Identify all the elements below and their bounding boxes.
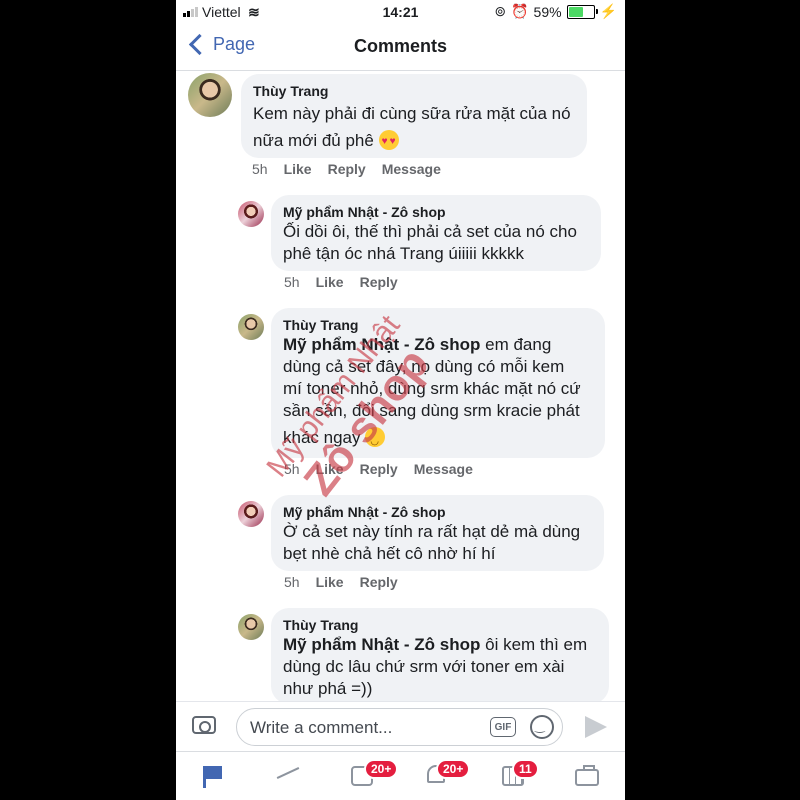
- comment-composer: Write a comment... GIF: [176, 701, 625, 752]
- hugging-emoji-icon: [365, 427, 386, 453]
- reply-button[interactable]: Reply: [360, 461, 398, 477]
- comment-input-placeholder: Write a comment...: [250, 718, 393, 737]
- alarm-icon: ⏰: [511, 3, 529, 19]
- heart-eyes-emoji-icon: [378, 130, 399, 153]
- comment-text-line: Ờ cả set này tính ra rất hạt dẻ mà dùng: [283, 522, 581, 541]
- comment-author[interactable]: Thùy Trang: [283, 316, 593, 334]
- comment-text-line: dùng dc lâu chứ srm với toner em xài: [283, 657, 565, 676]
- reply-button[interactable]: Reply: [360, 574, 398, 590]
- events-badge: 11: [512, 759, 539, 779]
- tab-events[interactable]: 11: [498, 759, 539, 792]
- comment-author[interactable]: Thùy Trang: [283, 616, 597, 634]
- comment-input[interactable]: Write a comment... GIF: [236, 708, 563, 746]
- tab-insights[interactable]: [274, 762, 304, 792]
- navigation-bar: Page Comments: [176, 24, 625, 71]
- tab-bar: 20+ 20+ 11: [176, 751, 625, 800]
- comment-time: 5h: [284, 461, 300, 477]
- comment-text-line: sần sần, đổi sang dùng srm kracie phát: [283, 401, 580, 420]
- mention-link[interactable]: Mỹ phẩm Nhật - Zô shop: [283, 335, 480, 354]
- tab-notifications[interactable]: 20+: [422, 759, 471, 792]
- avatar[interactable]: [238, 314, 264, 340]
- comment-bubble[interactable]: Thùy Trang Mỹ phẩm Nhật - Zô shop em đan…: [271, 308, 605, 458]
- comment-bubble[interactable]: Thùy Trang Mỹ phẩm Nhật - Zô shop ôi kem…: [271, 608, 609, 704]
- tab-page[interactable]: [200, 762, 230, 792]
- comment-time: 5h: [284, 274, 300, 290]
- briefcase-icon: [575, 765, 599, 786]
- avatar[interactable]: [238, 201, 264, 227]
- battery-icon: [566, 4, 598, 19]
- comment-text-line: em đang: [480, 335, 552, 354]
- comment-author[interactable]: Thùy Trang: [253, 82, 575, 100]
- comment-text-line: Kem này phải đi cùng sữa rửa mặt của nó: [253, 104, 571, 123]
- comment-text-line: khác ngay: [283, 428, 361, 447]
- comment-time: 5h: [252, 161, 268, 177]
- comment-time: 5h: [284, 574, 300, 590]
- comment-text-line: dùng cả set đây, nọ dùng có mỗi kem: [283, 357, 565, 376]
- mention-link[interactable]: Mỹ phẩm Nhật - Zô shop: [283, 635, 480, 654]
- comment-author[interactable]: Mỹ phẩm Nhật - Zô shop: [283, 503, 592, 521]
- phone-screen: Viettel ≋ 14:21 ⊚ ⏰ 59% ⚡ Page Comments …: [176, 0, 625, 800]
- gif-button[interactable]: GIF: [490, 717, 516, 737]
- avatar[interactable]: [238, 501, 264, 527]
- avatar[interactable]: [188, 73, 232, 117]
- message-button[interactable]: Message: [382, 161, 441, 177]
- camera-icon[interactable]: [192, 716, 216, 734]
- message-button[interactable]: Message: [414, 461, 473, 477]
- notifications-badge: 20+: [436, 759, 471, 779]
- reply-button[interactable]: Reply: [360, 274, 398, 290]
- comment-text-line: phê tận óc nhá Trang úiiiii kkkkk: [283, 244, 524, 263]
- comment-text-line: bẹt nhè chả hết cô nhờ hí hí: [283, 544, 496, 563]
- comment-text-line: Ối dồi ôi, thế thì phải cả set của nó ch…: [283, 222, 577, 241]
- tab-tools[interactable]: [572, 762, 602, 792]
- comment-text-line: mí toner nhỏ, dùng srm khác mặt nó cứ: [283, 379, 581, 398]
- flag-icon: [203, 766, 222, 788]
- orientation-lock-icon: ⊚: [494, 3, 507, 19]
- page-title: Comments: [353, 36, 447, 56]
- inbox-badge: 20+: [364, 759, 399, 779]
- comment-text-line: nữa mới đủ phê: [253, 131, 374, 150]
- comment-text-line: ôi kem thì em: [480, 635, 588, 654]
- reply-button[interactable]: Reply: [328, 161, 366, 177]
- comment-bubble[interactable]: Mỹ phẩm Nhật - Zô shop Ối dồi ôi, thế th…: [271, 195, 601, 271]
- comment-text-line: như phá =)): [283, 679, 373, 698]
- tab-inbox[interactable]: 20+: [348, 759, 399, 792]
- like-button[interactable]: Like: [316, 574, 344, 590]
- trend-icon: [276, 767, 300, 779]
- comment-bubble[interactable]: Thùy Trang Kem này phải đi cùng sữa rửa …: [241, 74, 587, 158]
- like-button[interactable]: Like: [316, 274, 344, 290]
- battery-percent: 59%: [533, 3, 562, 20]
- comment-author[interactable]: Mỹ phẩm Nhật - Zô shop: [283, 203, 589, 221]
- charging-icon: ⚡: [599, 3, 617, 19]
- avatar[interactable]: [238, 614, 264, 640]
- status-bar: Viettel ≋ 14:21 ⊚ ⏰ 59% ⚡: [176, 0, 625, 24]
- comment-bubble[interactable]: Mỹ phẩm Nhật - Zô shop Ờ cả set này tính…: [271, 495, 604, 571]
- emoji-icon[interactable]: [530, 715, 554, 739]
- send-icon[interactable]: [585, 716, 607, 738]
- like-button[interactable]: Like: [284, 161, 312, 177]
- like-button[interactable]: Like: [316, 461, 344, 477]
